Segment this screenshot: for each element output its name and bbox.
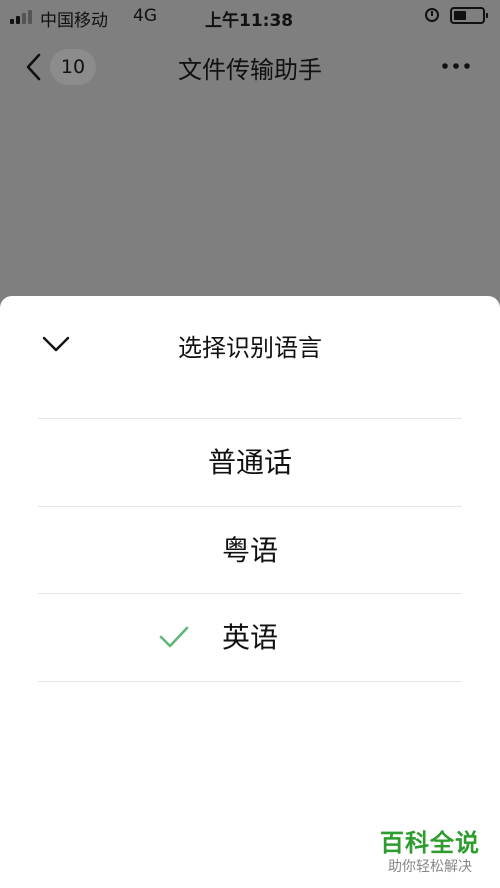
nav-bar: 10 文件传输助手 [0, 34, 500, 98]
more-button[interactable] [432, 46, 480, 86]
divider [38, 681, 462, 682]
status-time: 上午11:38 [205, 11, 294, 31]
signal-icon [10, 10, 36, 24]
network-type: 4G [133, 6, 157, 26]
status-bar: 中国移动 4G 上午11:38 [0, 0, 500, 34]
option-english[interactable]: 英语 [38, 594, 462, 681]
sheet-header: 选择识别语言 [0, 296, 500, 392]
sheet-title: 选择识别语言 [178, 334, 322, 362]
option-label: 英语 [221, 621, 278, 654]
battery-icon [450, 7, 488, 24]
option-label: 粤语 [221, 534, 278, 567]
watermark-logo: 百科全说 助你轻松解决 [372, 828, 488, 876]
option-mandarin[interactable]: 普通话 [38, 419, 462, 506]
carrier-label: 中国移动 [40, 11, 108, 31]
more-icon [442, 63, 470, 69]
alarm-icon [425, 8, 439, 22]
chat-title: 文件传输助手 [178, 56, 322, 84]
watermark-title: 百科全说 [380, 829, 480, 857]
option-label: 普通话 [207, 446, 292, 479]
language-select-sheet: 选择识别语言 普通话 粤语 英语 [0, 296, 500, 888]
watermark-subtitle: 助你轻松解决 [388, 859, 472, 875]
option-cantonese[interactable]: 粤语 [38, 507, 462, 594]
